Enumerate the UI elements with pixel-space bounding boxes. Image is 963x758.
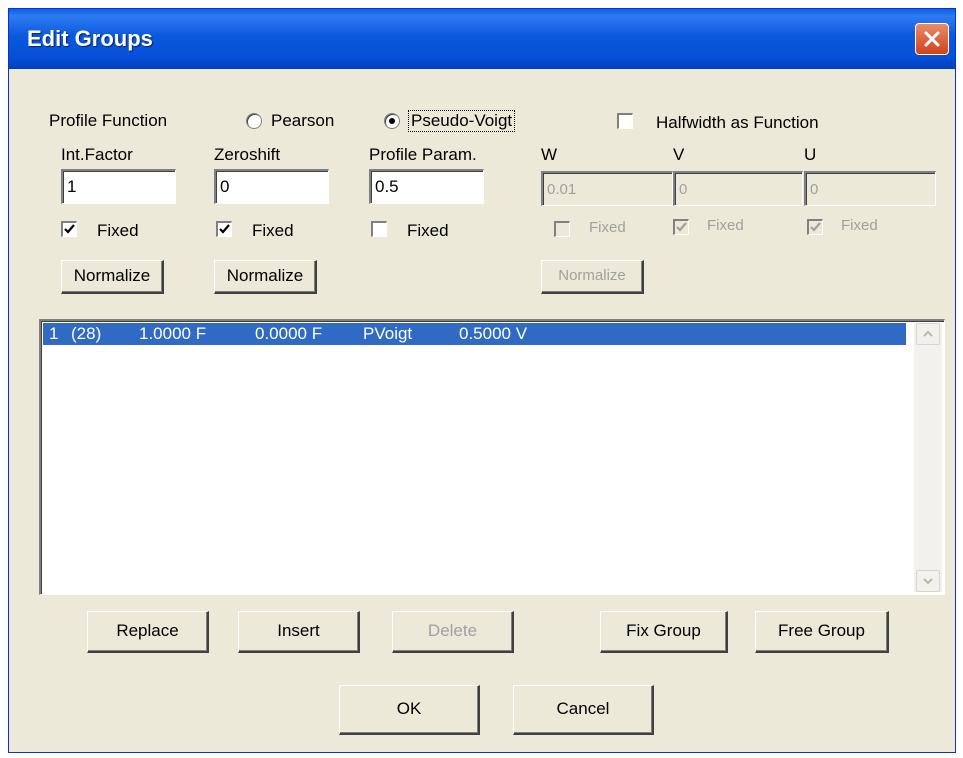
cancel-button[interactable]: Cancel [513,685,654,735]
replace-label: Replace [116,621,179,640]
free-group-button[interactable]: Free Group [755,611,889,653]
chevron-up-icon [923,330,933,337]
profile-param-fixed-label[interactable]: Fixed [407,221,449,241]
scroll-up-button[interactable] [916,323,940,345]
insert-label: Insert [277,621,320,640]
row-index: 1 [49,324,59,343]
profile-function-label: Profile Function [49,111,168,130]
fix-group-button[interactable]: Fix Group [600,611,728,653]
v-fixed-label[interactable]: Fixed [707,217,744,234]
profile-param-label: Profile Param. [369,145,477,164]
chevron-down-icon [923,578,933,585]
w-fixed-checkbox[interactable] [554,221,570,237]
close-icon [924,31,940,47]
list-item[interactable]: 1 (28) 1.0000 F 0.0000 F PVoigt 0.5000 V [43,323,906,345]
ok-label: OK [396,699,422,718]
close-button[interactable] [915,23,949,55]
zeroshift-fixed-checkbox[interactable] [216,221,232,237]
cancel-label: Cancel [556,699,610,718]
checkmark-icon [676,222,687,232]
row-zeroshift: 0.0000 F [255,324,323,343]
groups-listbox[interactable]: 1 (28) 1.0000 F 0.0000 F PVoigt 0.5000 V [39,319,945,595]
halfwidth-checkbox[interactable] [617,113,633,129]
halfwidth-label[interactable]: Halfwidth as Function [656,113,819,133]
v-label: V [673,145,685,164]
zeroshift-normalize-button[interactable]: Normalize [214,260,317,294]
title-bar[interactable]: Edit Groups [9,9,955,69]
free-group-label: Free Group [778,621,865,640]
int-factor-input[interactable] [61,169,176,204]
vertical-scrollbar[interactable] [914,323,942,592]
insert-button[interactable]: Insert [238,611,360,653]
u-fixed-checkbox[interactable] [807,219,823,235]
edit-groups-dialog: Edit Groups Profile Function Pearson Pse… [8,8,956,753]
v-input[interactable] [673,171,803,206]
w-fixed-label[interactable]: Fixed [589,219,626,236]
profile-param-input[interactable] [369,169,484,204]
checkmark-icon [810,222,821,232]
int-factor-fixed-checkbox[interactable] [61,221,77,237]
normalize-label: Normalize [73,266,151,285]
int-factor-label: Int.Factor [61,145,133,164]
pearson-radio[interactable] [246,113,262,129]
u-input[interactable] [804,171,936,206]
pearson-label[interactable]: Pearson [271,111,334,131]
normalize-label: Normalize [558,267,626,284]
row-function: PVoigt [363,324,413,343]
ok-button[interactable]: OK [339,685,480,735]
pseudo-voigt-radio[interactable] [384,113,400,129]
fix-group-label: Fix Group [626,621,701,640]
replace-button[interactable]: Replace [87,611,209,653]
delete-label: Delete [427,621,478,640]
checkmark-icon [219,224,230,234]
scroll-down-button[interactable] [916,570,940,592]
w-input[interactable] [541,171,673,206]
zeroshift-label: Zeroshift [214,145,281,164]
row-param: 0.5000 V [459,324,528,343]
window-title: Edit Groups [27,26,153,51]
profile-param-fixed-checkbox[interactable] [371,221,387,237]
int-factor-normalize-button[interactable]: Normalize [61,260,164,294]
checkmark-icon [64,224,75,234]
w-label: W [541,145,558,164]
delete-button[interactable]: Delete [392,611,514,653]
zeroshift-fixed-label[interactable]: Fixed [252,221,294,241]
u-label: U [804,145,817,164]
normalize-label: Normalize [226,266,304,285]
zeroshift-input[interactable] [214,169,329,204]
radio-selected-dot [389,118,395,124]
v-fixed-checkbox[interactable] [673,219,689,235]
row-count: (28) [71,324,102,343]
u-fixed-label[interactable]: Fixed [841,217,878,234]
row-int-factor: 1.0000 F [139,324,207,343]
int-factor-fixed-label[interactable]: Fixed [97,221,139,241]
pseudo-voigt-label[interactable]: Pseudo-Voigt [407,110,516,132]
w-normalize-button[interactable]: Normalize [541,260,644,294]
